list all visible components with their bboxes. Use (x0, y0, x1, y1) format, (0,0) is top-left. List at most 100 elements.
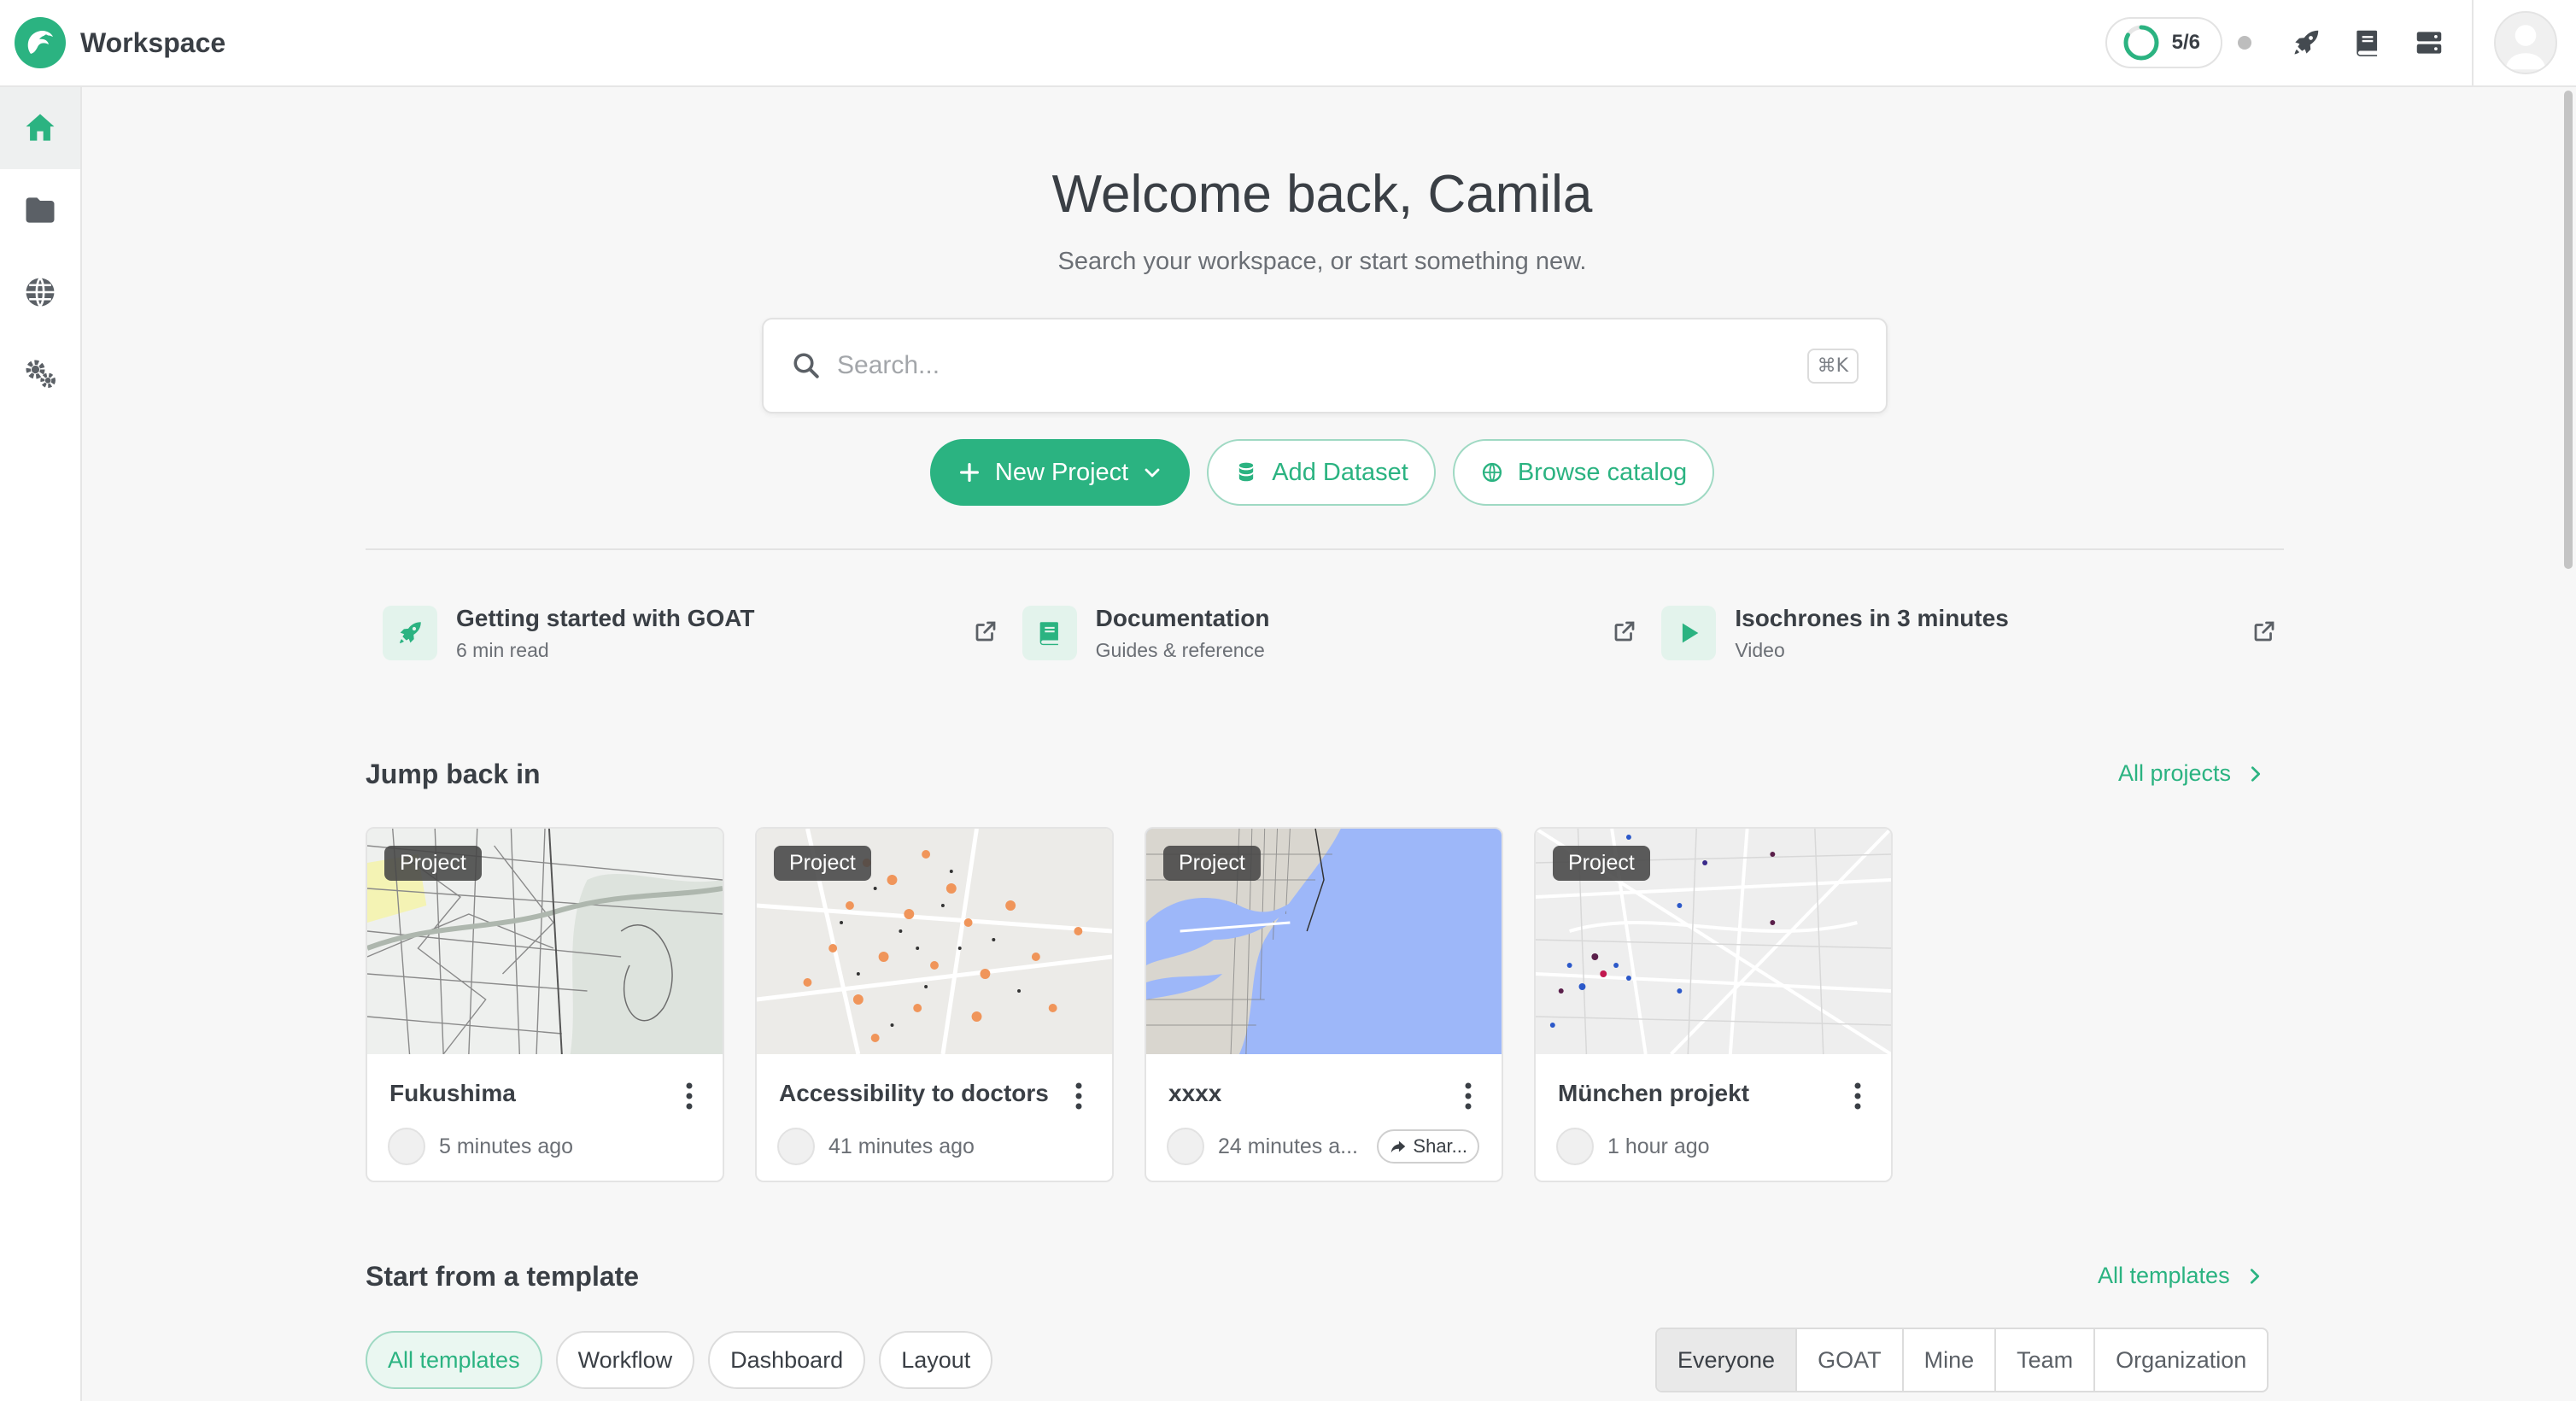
more-options-icon[interactable] (685, 1082, 694, 1111)
filter-all-templates[interactable]: All templates (366, 1331, 542, 1389)
resource-links: Getting started with GOAT 6 min read Doc… (366, 600, 2284, 666)
resource-title: Documentation (1095, 604, 1270, 631)
more-options-icon[interactable] (1464, 1082, 1472, 1111)
database-icon (1239, 462, 1254, 482)
templates-section-title: Start from a template (366, 1261, 640, 1292)
nav-projects[interactable] (0, 169, 80, 251)
header-divider (2472, 0, 2474, 85)
browse-catalog-button[interactable]: Browse catalog (1452, 439, 1715, 506)
plus-icon (959, 463, 979, 482)
all-projects-link[interactable]: All projects (2118, 760, 2265, 787)
project-updated: 41 minutes ago (828, 1134, 975, 1158)
owner-mine[interactable]: Mine (1904, 1329, 1997, 1391)
owner-avatar (1167, 1128, 1204, 1165)
resource-subtitle: 6 min read (456, 638, 549, 661)
resource-subtitle: Guides & reference (1095, 638, 1265, 661)
project-card[interactable]: Project Fukushima 5 minutes ago (366, 827, 724, 1182)
resource-subtitle: Video (1735, 638, 1785, 661)
project-updated: 24 minutes a... (1218, 1134, 1358, 1158)
add-dataset-button[interactable]: Add Dataset (1207, 439, 1436, 506)
project-name: München projekt (1558, 1080, 1750, 1106)
new-project-button[interactable]: New Project (929, 439, 1191, 506)
project-thumbnail: Project (367, 829, 723, 1054)
project-card[interactable]: Project xxxx 24 minutes a... Shar... (1145, 827, 1503, 1182)
status-dot (2238, 36, 2251, 50)
app-title: Workspace (80, 26, 226, 58)
search-input[interactable] (837, 340, 1807, 391)
external-link-icon (2254, 621, 2274, 642)
top-bar: Workspace 5/6 (0, 0, 2576, 87)
project-name: Fukushima (389, 1080, 516, 1106)
project-card[interactable]: Project Accessibility to doctors 41 minu… (755, 827, 1114, 1182)
brand[interactable]: Workspace (14, 16, 225, 69)
nav-settings[interactable] (0, 333, 80, 415)
chevron-right-icon (2251, 765, 2261, 782)
gears-icon (26, 360, 56, 389)
all-templates-label: All templates (2098, 1263, 2230, 1288)
search-box[interactable]: ⌘K (762, 318, 1888, 413)
shared-label: Shar... (1413, 1135, 1467, 1157)
template-owner-filter: Everyone GOAT Mine Team Organization (1655, 1328, 2269, 1392)
share-icon (1391, 1140, 1406, 1153)
project-badge: Project (384, 846, 482, 881)
progress-ring-icon (2123, 25, 2159, 61)
play-icon (1683, 623, 1699, 643)
shared-chip[interactable]: Shar... (1377, 1129, 1479, 1164)
resource-icon-box (383, 606, 437, 660)
new-project-label: New Project (994, 458, 1129, 486)
book-icon (2356, 30, 2378, 56)
rocket-button[interactable] (2275, 12, 2337, 73)
storage-button[interactable] (2398, 12, 2460, 73)
all-templates-link[interactable]: All templates (2098, 1263, 2264, 1289)
onboarding-progress[interactable]: 5/6 (2105, 17, 2222, 68)
user-avatar[interactable] (2494, 11, 2557, 74)
left-navigation (0, 87, 82, 1401)
project-badge: Project (1163, 846, 1261, 881)
recent-projects: Project Fukushima 5 minutes ago Project … (366, 827, 1893, 1182)
project-updated: 5 minutes ago (439, 1134, 574, 1158)
owner-organization[interactable]: Organization (2095, 1329, 2267, 1391)
all-projects-label: All projects (2118, 760, 2232, 786)
browse-catalog-label: Browse catalog (1517, 458, 1688, 486)
more-options-icon[interactable] (1853, 1082, 1862, 1111)
resource-title: Getting started with GOAT (456, 604, 755, 631)
add-dataset-label: Add Dataset (1272, 458, 1408, 486)
docs-button[interactable] (2337, 12, 2398, 73)
nav-catalog[interactable] (0, 251, 80, 333)
rocket-icon (2294, 30, 2319, 55)
more-options-icon[interactable] (1074, 1082, 1083, 1111)
quick-actions: New Project Add Dataset Browse catalog (84, 439, 2561, 506)
owner-goat[interactable]: GOAT (1797, 1329, 1904, 1391)
project-name: Accessibility to doctors (779, 1080, 1049, 1106)
project-thumbnail: Project (757, 829, 1112, 1054)
welcome-subtitle: Search your workspace, or start somethin… (1057, 248, 1587, 275)
project-thumbnail: Project (1146, 829, 1502, 1054)
filter-workflow[interactable]: Workflow (555, 1331, 695, 1389)
scrollbar-thumb[interactable] (2564, 91, 2573, 569)
welcome-title: Welcome back, Camila (1051, 165, 1593, 224)
rocket-icon (399, 622, 421, 644)
server-icon (2416, 32, 2442, 54)
resource-icon-box (1022, 606, 1077, 660)
search-shortcut: ⌘K (1806, 348, 1859, 384)
filter-dashboard[interactable]: Dashboard (708, 1331, 866, 1389)
resource-isochrones-video[interactable]: Isochrones in 3 minutes Video (1644, 600, 2284, 666)
owner-team[interactable]: Team (1996, 1329, 2096, 1391)
owner-avatar (388, 1128, 425, 1165)
owner-everyone[interactable]: Everyone (1657, 1329, 1798, 1391)
resource-documentation[interactable]: Documentation Guides & reference (1005, 600, 1645, 666)
resource-getting-started[interactable]: Getting started with GOAT 6 min read (366, 600, 1005, 666)
project-updated: 1 hour ago (1607, 1134, 1710, 1158)
resource-icon-box (1661, 606, 1717, 660)
section-divider (366, 548, 2284, 550)
external-link-icon (1614, 621, 1635, 642)
filter-layout[interactable]: Layout (879, 1331, 993, 1389)
globe-icon (26, 277, 55, 308)
folder-icon (26, 197, 55, 223)
nav-home[interactable] (0, 87, 80, 169)
resource-title: Isochrones in 3 minutes (1735, 604, 2009, 631)
owner-avatar (777, 1128, 815, 1165)
owner-avatar (1556, 1128, 1594, 1165)
project-card[interactable]: Project München projekt 1 hour ago (1534, 827, 1893, 1182)
home-icon (26, 114, 55, 141)
